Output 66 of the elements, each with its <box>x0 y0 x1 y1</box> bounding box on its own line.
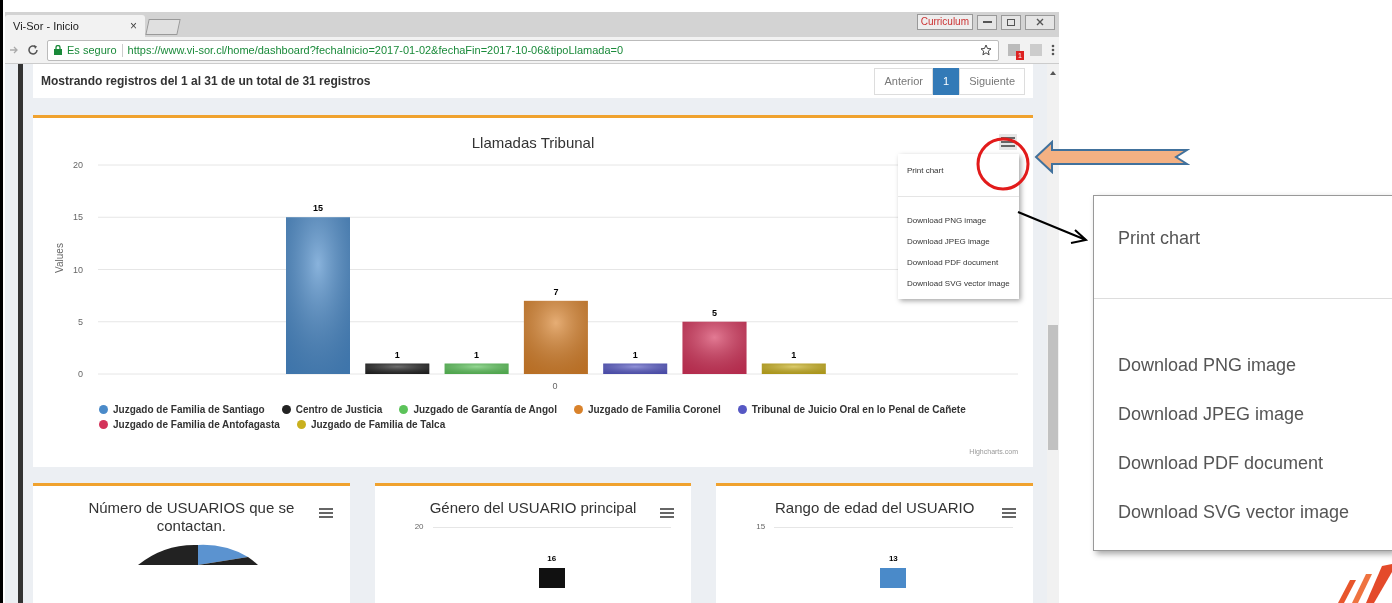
legend-label[interactable]: Juzgado de Familia de Antofagasta <box>113 417 280 432</box>
address-bar[interactable]: Es seguro https://www.vi-sor.cl/home/dashboard?fechaInicio=2017-01-02&fechaFin=2017-10-06&tipoLlamada=0 <box>47 39 999 61</box>
menu-item[interactable]: Download SVG vector image <box>1094 498 1392 526</box>
menu-item[interactable]: Download JPEG image <box>898 235 1019 249</box>
menu-item[interactable]: Download PNG image <box>898 214 1019 228</box>
chart-title: Rango de edad del USUARIO <box>775 499 975 517</box>
menu-icon[interactable] <box>1001 506 1017 520</box>
menu-icon[interactable] <box>1000 135 1016 149</box>
menu-item[interactable]: Print chart <box>1094 224 1392 252</box>
data-label: 7 <box>553 286 559 297</box>
legend-label[interactable]: Tribunal de Juicio Oral en lo Penal de Cañete <box>751 402 966 417</box>
menu-item[interactable]: Download SVG vector image <box>898 277 1019 291</box>
star-icon[interactable] <box>980 44 992 56</box>
close-window-button[interactable] <box>1025 14 1055 30</box>
legend-label[interactable]: Centro de Justicia <box>295 402 383 417</box>
menu-item[interactable]: Download PDF document <box>1094 449 1392 477</box>
close-icon[interactable]: × <box>130 17 137 35</box>
chart-title: Llamadas Tribunal <box>471 133 595 153</box>
data-label: 1 <box>632 349 638 360</box>
menu-item[interactable]: Download PDF document <box>898 256 1019 270</box>
extension-badge[interactable]: Curriculum <box>916 14 973 30</box>
close-icon <box>1036 18 1044 26</box>
maximize-button[interactable] <box>1001 14 1021 30</box>
menu-item[interactable]: Print chart <box>898 164 1019 178</box>
data-label: 5 <box>712 307 717 318</box>
minimize-button[interactable] <box>977 14 997 30</box>
y-axis-title: Values <box>54 242 65 273</box>
pointer-arrow <box>1017 210 1089 246</box>
lock-icon <box>54 45 62 55</box>
y-tick-label: 15 <box>756 521 766 533</box>
pagination-button[interactable]: Anterior <box>874 67 933 95</box>
data-label: 13 <box>887 553 899 565</box>
data-label: 15 <box>313 202 323 213</box>
chart-title: Género del USUARIO principal <box>429 499 637 517</box>
pagination-button[interactable]: 1 <box>933 67 960 95</box>
scrollbar-thumb[interactable] <box>1048 325 1058 450</box>
data-label: 1 <box>791 349 797 360</box>
y-tick-label: 10 <box>73 264 83 274</box>
more-icon[interactable] <box>1051 44 1055 56</box>
data-label: 1 <box>474 349 480 360</box>
legend-label[interactable]: Juzgado de Garantía de Angol <box>413 402 557 417</box>
menu-icon[interactable] <box>317 506 334 520</box>
reload-icon[interactable] <box>27 44 39 56</box>
scroll-up-icon[interactable] <box>1049 70 1057 76</box>
menu-icon[interactable] <box>659 506 676 520</box>
records-summary: Mostrando registros del 1 al 31 de un total de 31 registros <box>41 73 371 90</box>
y-tick-label: 5 <box>78 316 83 327</box>
x-tick-label: 0 <box>552 380 558 391</box>
data-label: 16 <box>546 553 558 565</box>
browser-tab[interactable]: Vi-Sor - Inicio × <box>5 15 145 37</box>
chart-title: Número de USUARIOS que se contactan. <box>87 499 296 535</box>
annotation-circle <box>975 136 1031 192</box>
y-tick-label: 15 <box>73 211 83 222</box>
y-tick-label: 0 <box>78 368 83 379</box>
y-tick-label: 20 <box>414 521 424 533</box>
menu-item[interactable]: Download JPEG image <box>1094 400 1392 428</box>
legend-label[interactable]: Juzgado de Familia de Santiago <box>113 402 265 417</box>
y-tick-label: 20 <box>73 159 83 170</box>
legend-label[interactable]: Juzgado de Familia de Talca <box>310 417 446 432</box>
url-text: https://www.vi-sor.cl/home/dashboard?fechaInicio=2017-01-02&fechaFin=2017-10-06&tipoLlamada=0 <box>127 42 624 58</box>
security-label: Es seguro <box>67 42 117 58</box>
legend-label[interactable]: Juzgado de Familia Coronel <box>587 402 721 417</box>
extension-icon[interactable] <box>1007 43 1021 57</box>
pagination-button[interactable]: Siguiente <box>959 67 1025 95</box>
menu-item[interactable]: Download PNG image <box>1094 351 1392 379</box>
data-label: 1 <box>394 349 400 360</box>
